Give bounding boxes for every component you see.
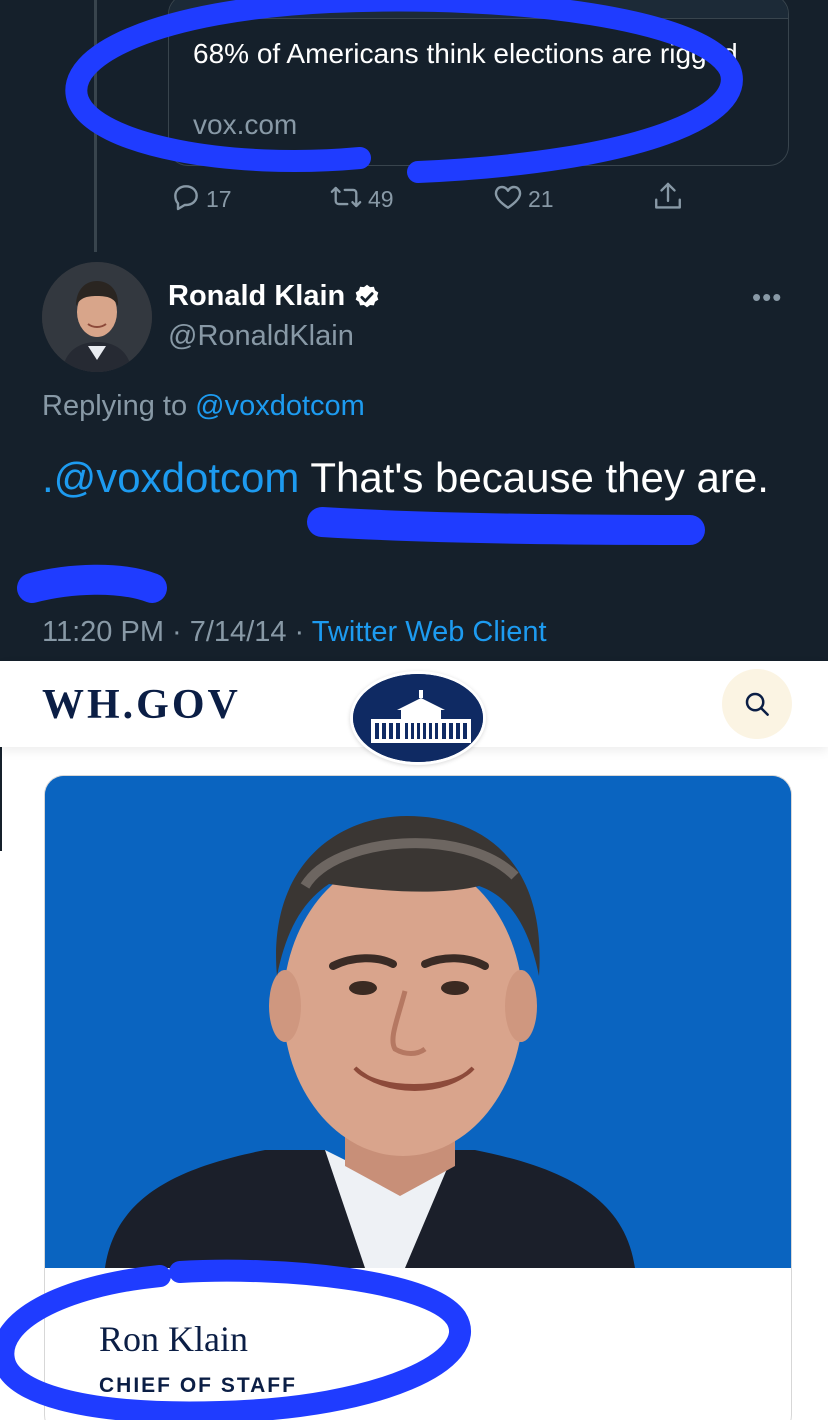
avatar-photo: [42, 262, 152, 372]
avatar[interactable]: [42, 262, 152, 372]
replying-prefix: Replying to: [42, 390, 196, 422]
tweet-client-link[interactable]: Twitter Web Client: [312, 616, 547, 648]
like-button[interactable]: 21: [492, 180, 554, 213]
staff-name: Ron Klain: [99, 1319, 248, 1359]
author-handle[interactable]: @RonaldKlain: [168, 320, 354, 353]
tweet-meta: 11:20 PM · 7/14/14 · Twitter Web Client: [42, 616, 547, 649]
staff-photo: [45, 776, 791, 1268]
tweet-mention-link[interactable]: .@voxdotcom: [42, 454, 299, 501]
staff-role: CHIEF OF STAFF: [99, 1374, 297, 1397]
whitehouse-page: WH.GOV Ron Klain CHIEF OF STAFF: [0, 661, 828, 1420]
replying-mention-link[interactable]: @voxdotcom: [195, 390, 365, 422]
reply-icon: [174, 184, 198, 210]
tweet-body: That's because they are.: [299, 454, 769, 501]
link-preview-domain: vox.com: [193, 109, 298, 140]
retweet-icon: [330, 186, 362, 207]
tweet-screenshot: 68% of Americans think elections are rig…: [0, 0, 828, 661]
verified-badge-icon: [355, 284, 379, 307]
tweet-action-bar: 17 49 21: [0, 180, 828, 224]
reply-button[interactable]: 17: [170, 180, 232, 213]
share-button[interactable]: [652, 180, 684, 214]
staff-card[interactable]: Ron Klain CHIEF OF STAFF: [44, 775, 792, 1420]
retweet-count: 49: [368, 186, 394, 212]
author-name-text: Ronald Klain: [168, 280, 346, 312]
share-icon: [655, 182, 681, 209]
link-preview-image: [169, 0, 788, 19]
like-count: 21: [528, 186, 554, 212]
tweet-timestamp: 11:20 PM · 7/14/14 ·: [42, 616, 312, 648]
link-preview-card[interactable]: 68% of Americans think elections are rig…: [168, 0, 789, 166]
wh-logo-text[interactable]: WH.GOV: [42, 681, 241, 729]
retweet-button[interactable]: 49: [328, 180, 394, 213]
heart-icon: [494, 185, 522, 209]
search-icon: [745, 692, 769, 716]
search-button[interactable]: [722, 669, 792, 739]
white-house-icon: [353, 674, 483, 762]
reply-count: 17: [206, 186, 232, 212]
author-display-name[interactable]: Ronald Klain: [168, 280, 381, 313]
portrait-image: [45, 776, 791, 1268]
whitehouse-seal-logo[interactable]: [350, 671, 486, 765]
tweet-text: .@voxdotcom That's because they are.: [42, 446, 782, 510]
replying-to: Replying to @voxdotcom: [42, 390, 365, 423]
more-options-icon[interactable]: •••: [752, 282, 782, 313]
link-preview-title: 68% of Americans think elections are rig…: [193, 38, 738, 69]
